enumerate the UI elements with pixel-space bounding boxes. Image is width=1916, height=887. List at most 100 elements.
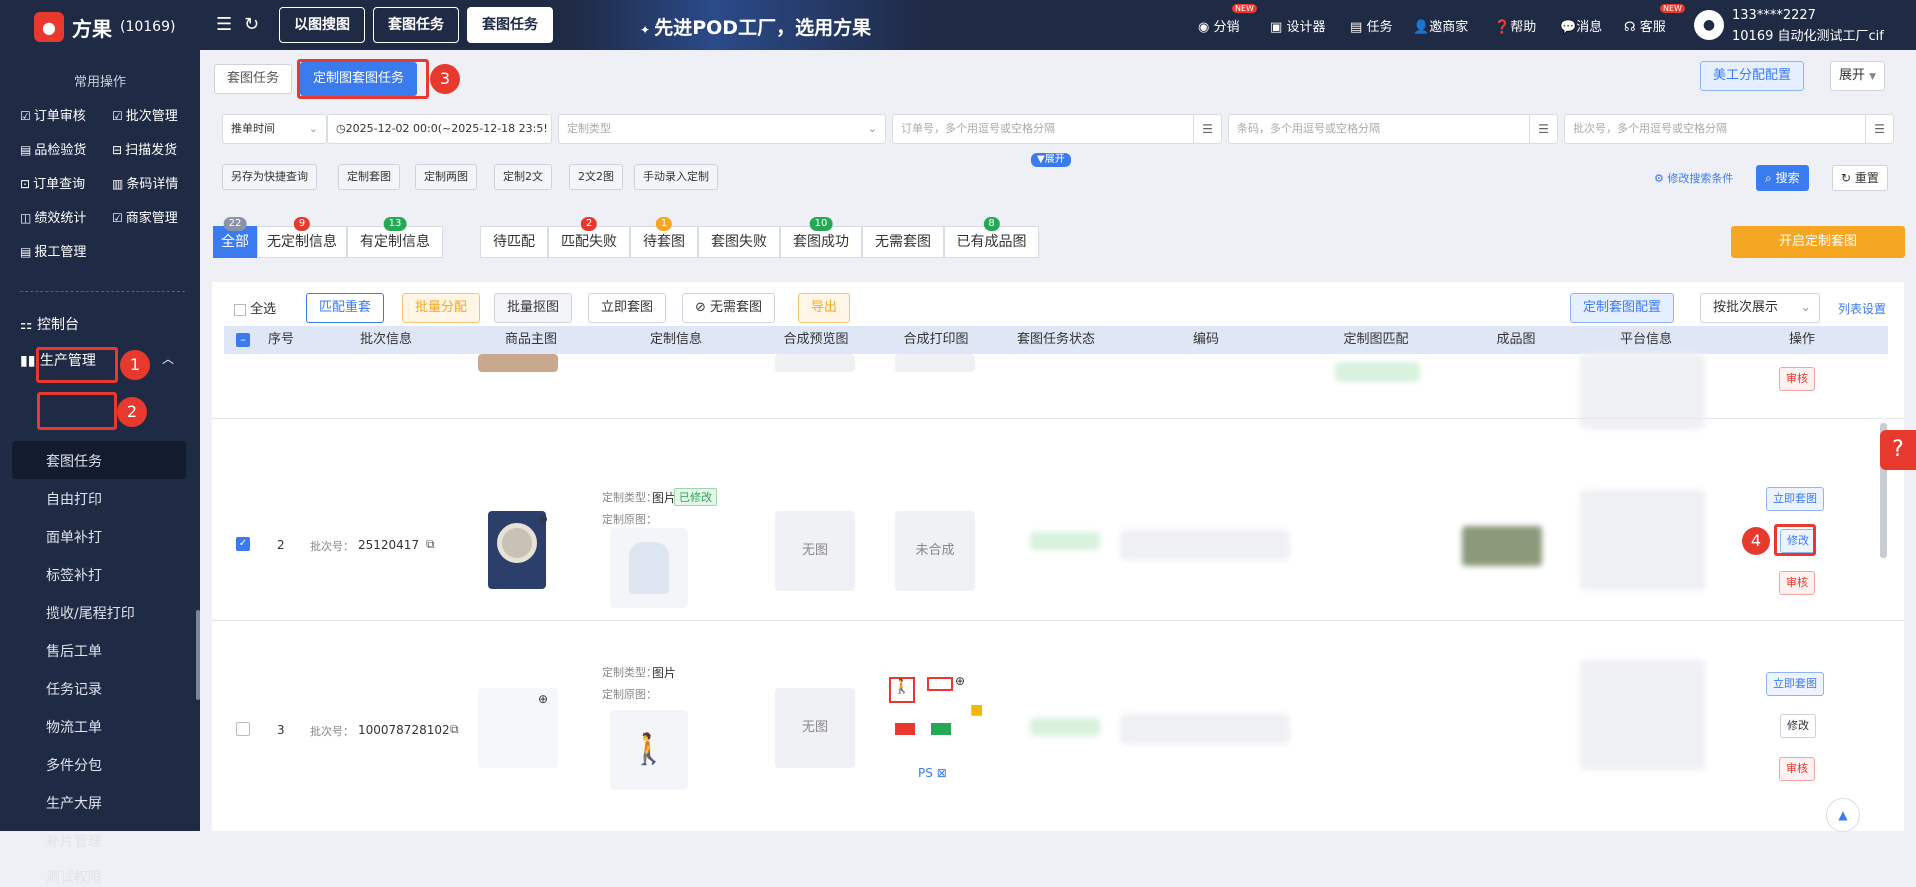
list-settings-link[interactable]: 列表设置 — [1838, 300, 1886, 317]
message-link[interactable]: 💬消息 — [1560, 16, 1602, 35]
sidebar-item-patch[interactable]: 补片管理 — [46, 831, 102, 851]
quick-work-report[interactable]: ▤ 报工管理 — [20, 241, 86, 260]
row-checkbox[interactable]: ✓ — [236, 537, 250, 551]
task-link[interactable]: ▤ 任务 — [1350, 16, 1392, 35]
quick-custom-two[interactable]: 定制两图 — [415, 164, 477, 190]
instant-set-button[interactable]: 立即套图 — [588, 293, 667, 323]
no-need-button[interactable]: ⊘ 无需套图 — [682, 293, 776, 323]
copy-icon[interactable]: ⧉ — [426, 537, 435, 552]
tab-match-failed[interactable]: 匹配失败 2 — [548, 217, 630, 258]
start-custom-set-button[interactable]: 开启定制套图 — [1731, 226, 1905, 258]
art-assign-button[interactable]: 美工分配配置 — [1700, 61, 1805, 91]
rematch-button[interactable]: 匹配重套 — [306, 293, 385, 323]
menu-icon[interactable]: ☰ — [216, 14, 232, 35]
instant-set-row-button[interactable]: 立即套图 — [1766, 487, 1824, 511]
reset-button[interactable]: ↻ 重置 — [1832, 165, 1888, 191]
order-input[interactable]: 订单号，多个用逗号或空格分隔 ☰ — [892, 114, 1222, 144]
copy-icon[interactable]: ⧉ — [450, 722, 459, 737]
ps-link[interactable]: PS ⊠ — [918, 766, 947, 780]
tab-set-success[interactable]: 套图成功 10 — [780, 217, 862, 258]
tab-task-set[interactable]: 套图任务 — [373, 7, 459, 43]
avatar[interactable]: ● — [1694, 10, 1724, 40]
custom-origin-image[interactable]: 🚶 — [610, 710, 688, 790]
sidebar-item-label-reprint[interactable]: 标签补打 — [46, 565, 102, 585]
review-button[interactable]: 审核 — [1779, 757, 1815, 781]
refresh-icon[interactable]: ↻ — [244, 14, 259, 35]
tab-has-custom[interactable]: 有定制信息 13 — [347, 217, 443, 258]
zoom-icon[interactable]: ⊕ — [955, 674, 965, 688]
service-link[interactable]: ☊ 客服 NEW — [1624, 4, 1685, 35]
tab-task-set-active[interactable]: 套图任务 — [467, 7, 553, 43]
sidebar-item-pickup-print[interactable]: 揽收/尾程打印 — [46, 603, 135, 623]
row-no: 3 — [277, 723, 285, 737]
date-range-input[interactable]: ◷2025-12-02 00:0(~2025-12-18 23:5! — [327, 114, 552, 144]
tab-all[interactable]: 全部 22 — [213, 217, 257, 258]
quick-custom-2text[interactable]: 定制2文 — [494, 164, 552, 190]
quick-merchant[interactable]: ☑ 商家管理 — [112, 207, 178, 226]
chevron-up-icon[interactable]: ︿ — [162, 350, 174, 367]
header-checkbox[interactable]: – — [236, 333, 250, 347]
help-link[interactable]: ❓帮助 — [1494, 16, 1536, 35]
review-button[interactable]: 审核 — [1779, 367, 1815, 391]
chevron-down-icon: ⌄ — [867, 122, 877, 135]
batch-cutout-button[interactable]: 批量抠图 — [494, 293, 573, 323]
edit-button[interactable]: 修改 — [1780, 714, 1816, 738]
quick-batch-manage[interactable]: ☑ 批次管理 — [112, 105, 178, 124]
distribution-link[interactable]: ◉ 分销 NEW — [1198, 4, 1257, 35]
custom-origin-image[interactable] — [610, 528, 688, 608]
time-type-select[interactable]: 推单时间 ⌄ — [222, 114, 327, 144]
batch-assign-button[interactable]: 批量分配 — [402, 293, 481, 323]
quick-2text-2img[interactable]: 2文2图 — [569, 164, 623, 190]
invite-link[interactable]: 👤邀商家 — [1413, 16, 1468, 35]
barcode-input[interactable]: 条码，多个用逗号或空格分隔 ☰ — [1228, 114, 1558, 144]
tab-no-need[interactable]: 无需套图 — [862, 226, 944, 258]
select-all-checkbox[interactable]: 全选 — [234, 298, 276, 317]
zoom-icon[interactable]: ⊕ — [538, 512, 548, 526]
quick-quality-check[interactable]: ▤ 品检验货 — [20, 139, 86, 158]
row-checkbox[interactable] — [236, 722, 250, 736]
tab-pending-match[interactable]: 待匹配 — [480, 226, 548, 258]
batch-input[interactable]: 批次号，多个用逗号或空格分隔 ☰ — [1564, 114, 1894, 144]
quick-scan-ship[interactable]: ⊟ 扫描发货 — [112, 139, 177, 158]
export-button[interactable]: 导出 — [798, 293, 851, 323]
search-button[interactable]: ⌕ 搜索 — [1756, 165, 1809, 191]
tab-no-custom[interactable]: 无定制信息 9 — [257, 217, 347, 258]
quick-order-query[interactable]: ⊡ 订单查询 — [20, 173, 85, 192]
folder-icon[interactable]: ■ — [970, 702, 983, 718]
expand-toggle[interactable]: ▼展开 — [1031, 153, 1071, 167]
nav-dashboard[interactable]: ⚏ 控制台 — [20, 314, 79, 334]
tab-image-search[interactable]: 以图搜图 — [279, 7, 365, 43]
quick-custom-set[interactable]: 定制套图 — [338, 164, 400, 190]
sidebar-item-big-screen[interactable]: 生产大屏 — [46, 793, 102, 813]
designer-link[interactable]: ▣ 设计器 — [1270, 16, 1325, 35]
sidebar-item-task-records[interactable]: 任务记录 — [46, 679, 102, 699]
quick-manual-entry[interactable]: 手动录入定制 — [634, 164, 718, 190]
back-to-top-icon[interactable]: ▲ — [1826, 798, 1860, 832]
sidebar-item-multi-pack[interactable]: 多件分包 — [46, 755, 102, 775]
new-badge: NEW — [1232, 4, 1257, 13]
quick-order-review[interactable]: ☑ 订单审核 — [20, 105, 86, 124]
custom-set-config-button[interactable]: 定制套图配置 — [1570, 293, 1675, 323]
expand-button[interactable]: 展开 ▼ — [1830, 61, 1886, 91]
review-button[interactable]: 审核 — [1779, 571, 1815, 595]
tab-pending-set[interactable]: 待套图 1 — [630, 217, 698, 258]
sidebar-item-after-sales[interactable]: 售后工单 — [46, 641, 102, 661]
custom-type-select[interactable]: 定制类型 ⌄ — [558, 114, 886, 144]
tab-has-finished[interactable]: 已有成品图 8 — [944, 217, 1039, 258]
tab-task-set-page[interactable]: 套图任务 — [214, 64, 293, 94]
tab-set-failed[interactable]: 套图失败 — [698, 226, 780, 258]
quick-performance[interactable]: ◫ 绩效统计 — [20, 207, 86, 226]
slogan: ✦ 先进POD工厂，选用方果 — [640, 17, 872, 39]
display-mode-select[interactable]: 按批次展示 ⌄ — [1700, 293, 1820, 323]
zoom-icon[interactable]: ⊕ — [538, 692, 548, 706]
instant-set-row-button[interactable]: 立即套图 — [1766, 672, 1824, 696]
sidebar-item-free-print[interactable]: 自由打印 — [46, 489, 102, 509]
edit-search-link[interactable]: ⚙ 修改搜索条件 — [1654, 170, 1733, 186]
sidebar-item-task-set[interactable]: 套图任务 — [46, 451, 102, 471]
quick-barcode-detail[interactable]: ▥ 条码详情 — [112, 173, 178, 192]
help-float-icon[interactable]: ? — [1880, 430, 1916, 470]
save-quick-query-button[interactable]: 另存为快捷查询 — [222, 164, 317, 190]
sidebar-item-test-perm[interactable]: 测试权限 — [46, 867, 102, 887]
sidebar-item-logistics[interactable]: 物流工单 — [46, 717, 102, 737]
sidebar-item-waybill-reprint[interactable]: 面单补打 — [46, 527, 102, 547]
